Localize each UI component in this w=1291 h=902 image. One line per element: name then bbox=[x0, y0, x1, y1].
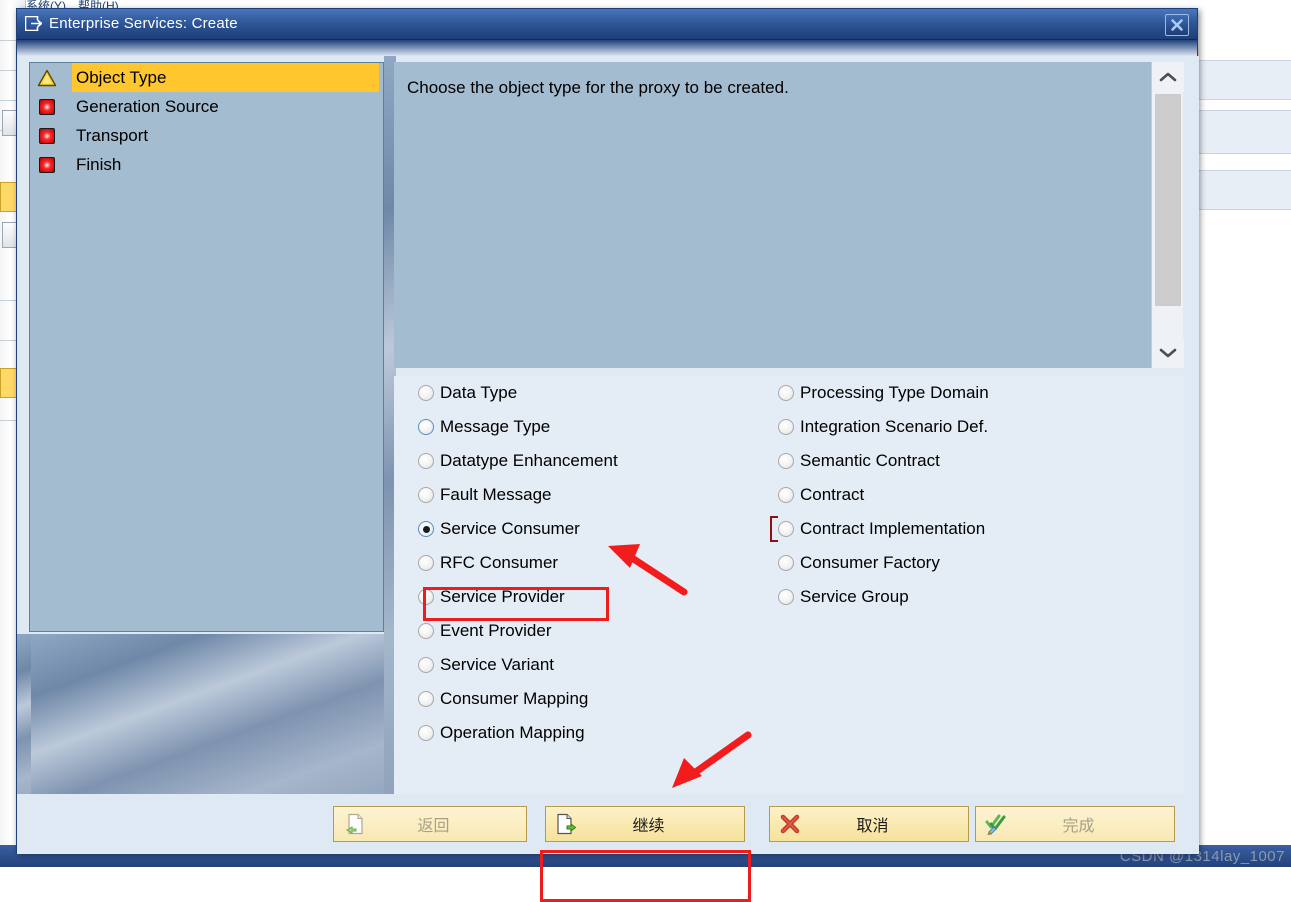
radio-indicator bbox=[778, 453, 794, 469]
radio-label: RFC Consumer bbox=[440, 553, 558, 573]
continue-button-label: 继续 bbox=[581, 812, 744, 836]
warning-triangle-icon bbox=[34, 69, 60, 87]
dialog-title: Enterprise Services: Create bbox=[49, 15, 238, 32]
radio-message-type[interactable]: Message Type bbox=[418, 410, 618, 444]
radio-label: Processing Type Domain bbox=[800, 383, 989, 403]
radio-label: Operation Mapping bbox=[440, 723, 585, 743]
dialog-title-bar: Enterprise Services: Create bbox=[17, 9, 1197, 40]
dialog-button-bar: 返回 继续 取消 bbox=[17, 794, 1199, 854]
back-button-label: 返回 bbox=[369, 812, 526, 836]
dialog-body: Object Type Generation Source Transport … bbox=[17, 56, 1199, 854]
radio-label: Semantic Contract bbox=[800, 451, 940, 471]
radio-rfc-consumer[interactable]: RFC Consumer bbox=[418, 546, 618, 580]
radio-label: Contract bbox=[800, 485, 864, 505]
radio-indicator bbox=[418, 487, 434, 503]
radio-label: Message Type bbox=[440, 417, 550, 437]
radio-datatype-enhancement[interactable]: Datatype Enhancement bbox=[418, 444, 618, 478]
wizard-step-object-type[interactable]: Object Type bbox=[30, 63, 383, 92]
chevron-up-icon[interactable] bbox=[1152, 62, 1184, 92]
wizard-step-generation-source[interactable]: Generation Source bbox=[30, 92, 383, 121]
cancel-button[interactable]: 取消 bbox=[769, 806, 969, 842]
radio-indicator bbox=[418, 385, 434, 401]
continue-button[interactable]: 继续 bbox=[545, 806, 745, 842]
radio-integration-scenario-def[interactable]: Integration Scenario Def. bbox=[778, 410, 989, 444]
wizard-step-list: Object Type Generation Source Transport … bbox=[29, 62, 384, 632]
radio-label: Datatype Enhancement bbox=[440, 451, 618, 471]
options-right-column: Processing Type Domain Integration Scena… bbox=[778, 376, 989, 614]
red-x-icon bbox=[775, 814, 805, 834]
scrollbar-thumb[interactable] bbox=[1155, 94, 1181, 306]
radio-indicator bbox=[418, 453, 434, 469]
radio-indicator bbox=[778, 589, 794, 605]
wizard-step-label: Finish bbox=[60, 155, 121, 175]
wizard-step-label: Object Type bbox=[60, 68, 166, 88]
radio-indicator bbox=[778, 555, 794, 571]
check-pencil-icon bbox=[981, 813, 1011, 835]
back-page-icon bbox=[339, 813, 369, 835]
radio-data-type[interactable]: Data Type bbox=[418, 376, 618, 410]
radio-indicator bbox=[418, 589, 434, 605]
radio-indicator bbox=[778, 385, 794, 401]
back-button[interactable]: 返回 bbox=[333, 806, 527, 842]
options-left-column: Data Type Message Type Datatype Enhancem… bbox=[418, 376, 618, 750]
radio-indicator bbox=[418, 555, 434, 571]
radio-service-group[interactable]: Service Group bbox=[778, 580, 989, 614]
radio-indicator bbox=[418, 725, 434, 741]
radio-label: Consumer Mapping bbox=[440, 689, 588, 709]
radio-service-consumer[interactable]: Service Consumer bbox=[418, 512, 618, 546]
radio-label: Service Group bbox=[800, 587, 909, 607]
radio-semantic-contract[interactable]: Semantic Contract bbox=[778, 444, 989, 478]
wizard-step-finish[interactable]: Finish bbox=[30, 150, 383, 179]
red-square-icon bbox=[34, 99, 60, 115]
cancel-button-label: 取消 bbox=[805, 812, 968, 836]
radio-service-provider[interactable]: Service Provider bbox=[418, 580, 618, 614]
wizard-step-label: Generation Source bbox=[60, 97, 219, 117]
enterprise-services-create-dialog: Enterprise Services: Create Object bbox=[16, 8, 1198, 853]
radio-consumer-mapping[interactable]: Consumer Mapping bbox=[418, 682, 618, 716]
radio-indicator bbox=[778, 419, 794, 435]
next-page-icon bbox=[551, 813, 581, 835]
radio-indicator bbox=[778, 521, 794, 537]
description-pane: Choose the object type for the proxy to … bbox=[394, 62, 1151, 368]
object-type-options: Data Type Message Type Datatype Enhancem… bbox=[394, 376, 1184, 826]
description-text: Choose the object type for the proxy to … bbox=[407, 78, 789, 98]
radio-indicator bbox=[418, 691, 434, 707]
radio-label: Service Provider bbox=[440, 587, 565, 607]
radio-label: Event Provider bbox=[440, 621, 552, 641]
wizard-step-label: Transport bbox=[60, 126, 148, 146]
radio-contract[interactable]: Contract bbox=[778, 478, 989, 512]
radio-label: Consumer Factory bbox=[800, 553, 940, 573]
radio-label: Integration Scenario Def. bbox=[800, 417, 988, 437]
red-square-icon bbox=[34, 157, 60, 173]
chevron-down-icon[interactable] bbox=[1152, 338, 1184, 368]
radio-event-provider[interactable]: Event Provider bbox=[418, 614, 618, 648]
close-icon[interactable] bbox=[1165, 14, 1189, 36]
radio-service-variant[interactable]: Service Variant bbox=[418, 648, 618, 682]
description-scrollbar[interactable] bbox=[1151, 62, 1183, 368]
red-square-icon bbox=[34, 128, 60, 144]
radio-processing-type-domain[interactable]: Processing Type Domain bbox=[778, 376, 989, 410]
radio-label: Fault Message bbox=[440, 485, 552, 505]
radio-label: Service Variant bbox=[440, 655, 554, 675]
radio-label: Service Consumer bbox=[440, 519, 580, 539]
radio-indicator bbox=[778, 487, 794, 503]
radio-indicator-selected bbox=[418, 521, 434, 537]
title-gradient-strip bbox=[17, 40, 1197, 56]
radio-indicator bbox=[418, 623, 434, 639]
radio-contract-implementation[interactable]: Contract Implementation bbox=[778, 512, 989, 546]
sap-transaction-icon bbox=[25, 16, 42, 31]
radio-label: Contract Implementation bbox=[800, 519, 985, 539]
finish-button[interactable]: 完成 bbox=[975, 806, 1175, 842]
finish-button-label: 完成 bbox=[1011, 812, 1174, 836]
wizard-step-transport[interactable]: Transport bbox=[30, 121, 383, 150]
radio-consumer-factory[interactable]: Consumer Factory bbox=[778, 546, 989, 580]
radio-operation-mapping[interactable]: Operation Mapping bbox=[418, 716, 618, 750]
radio-indicator bbox=[418, 419, 434, 435]
radio-indicator bbox=[418, 657, 434, 673]
radio-fault-message[interactable]: Fault Message bbox=[418, 478, 618, 512]
radio-label: Data Type bbox=[440, 383, 517, 403]
